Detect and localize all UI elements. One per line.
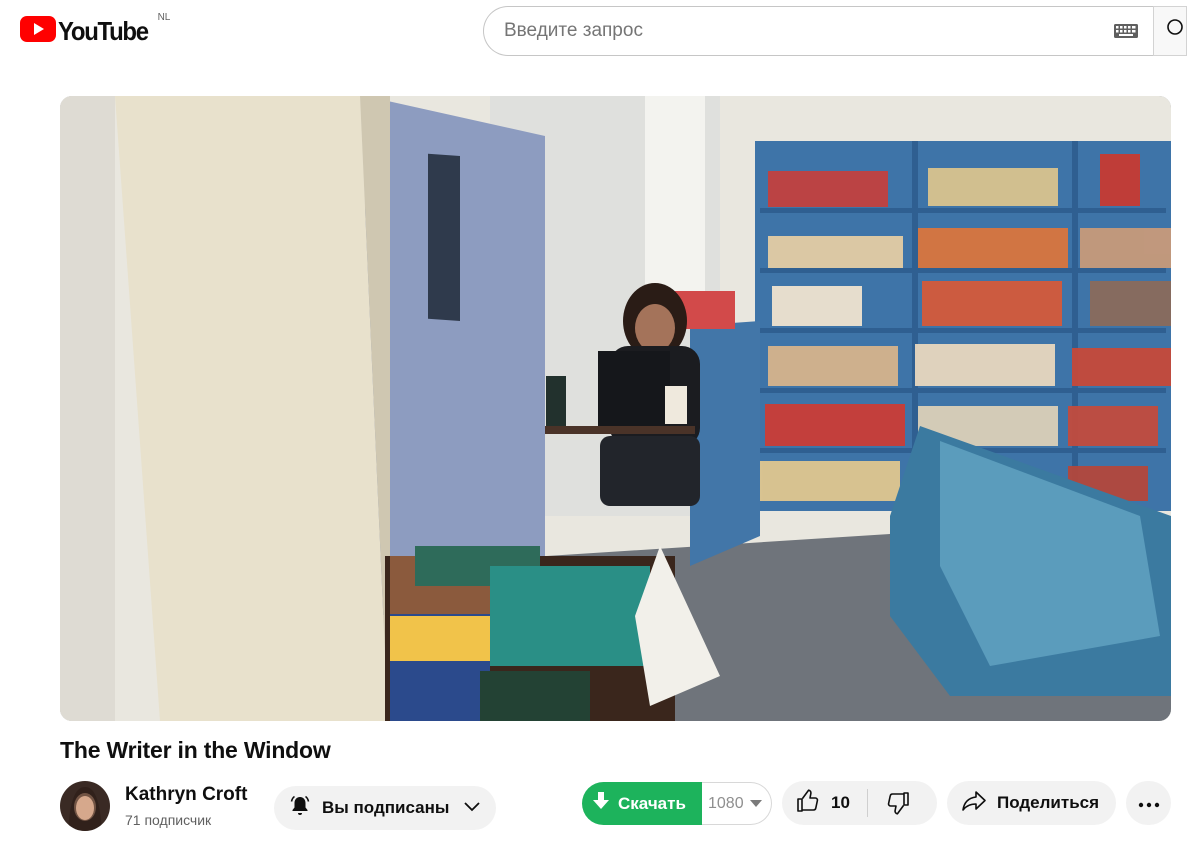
video-title: The Writer in the Window: [60, 737, 331, 763]
share-label: Поделиться: [997, 793, 1100, 812]
download-button[interactable]: Скачать: [582, 782, 702, 825]
quality-select[interactable]: 1080: [702, 782, 772, 825]
share-icon: [961, 789, 987, 818]
search-button[interactable]: [1153, 6, 1187, 56]
subscribed-label: Вы подписаны: [322, 798, 450, 817]
like-divider: [866, 789, 868, 817]
like-dislike-group: 10: [782, 781, 937, 825]
youtube-logo-icon: [20, 16, 56, 42]
logo-region: NL: [157, 12, 171, 23]
search-bar: [483, 6, 1187, 56]
video-player[interactable]: [60, 96, 1171, 721]
bell-icon: [288, 794, 312, 823]
caret-down-icon: [749, 795, 762, 813]
more-actions-button[interactable]: [1126, 781, 1171, 825]
like-count: 10: [831, 793, 850, 812]
top-bar: YouTube NL: [0, 0, 1187, 64]
logo-text: YouTube: [58, 16, 149, 46]
more-icon: [1138, 793, 1160, 813]
keyboard-icon[interactable]: [1113, 22, 1139, 40]
channel-name[interactable]: Kathryn Croft: [125, 784, 247, 806]
search-input[interactable]: [504, 20, 1113, 42]
download-label: Скачать: [618, 793, 686, 813]
search-icon: [1160, 17, 1184, 46]
chevron-down-icon: [463, 797, 481, 820]
search-box: [483, 6, 1153, 56]
subscriber-count: 71 подписчик: [125, 812, 212, 828]
thumbs-down-icon[interactable]: [885, 790, 911, 816]
subscribed-button[interactable]: Вы подписаны: [274, 786, 496, 830]
avatar[interactable]: [60, 781, 110, 831]
quality-value: 1080: [708, 794, 744, 812]
youtube-logo[interactable]: YouTube NL: [20, 12, 170, 46]
thumbs-up-icon[interactable]: [795, 788, 821, 819]
share-button[interactable]: Поделиться: [947, 781, 1116, 825]
download-arrow-icon: [592, 791, 610, 816]
video-frame: [60, 96, 1171, 721]
download-group: Скачать 1080: [582, 782, 772, 825]
